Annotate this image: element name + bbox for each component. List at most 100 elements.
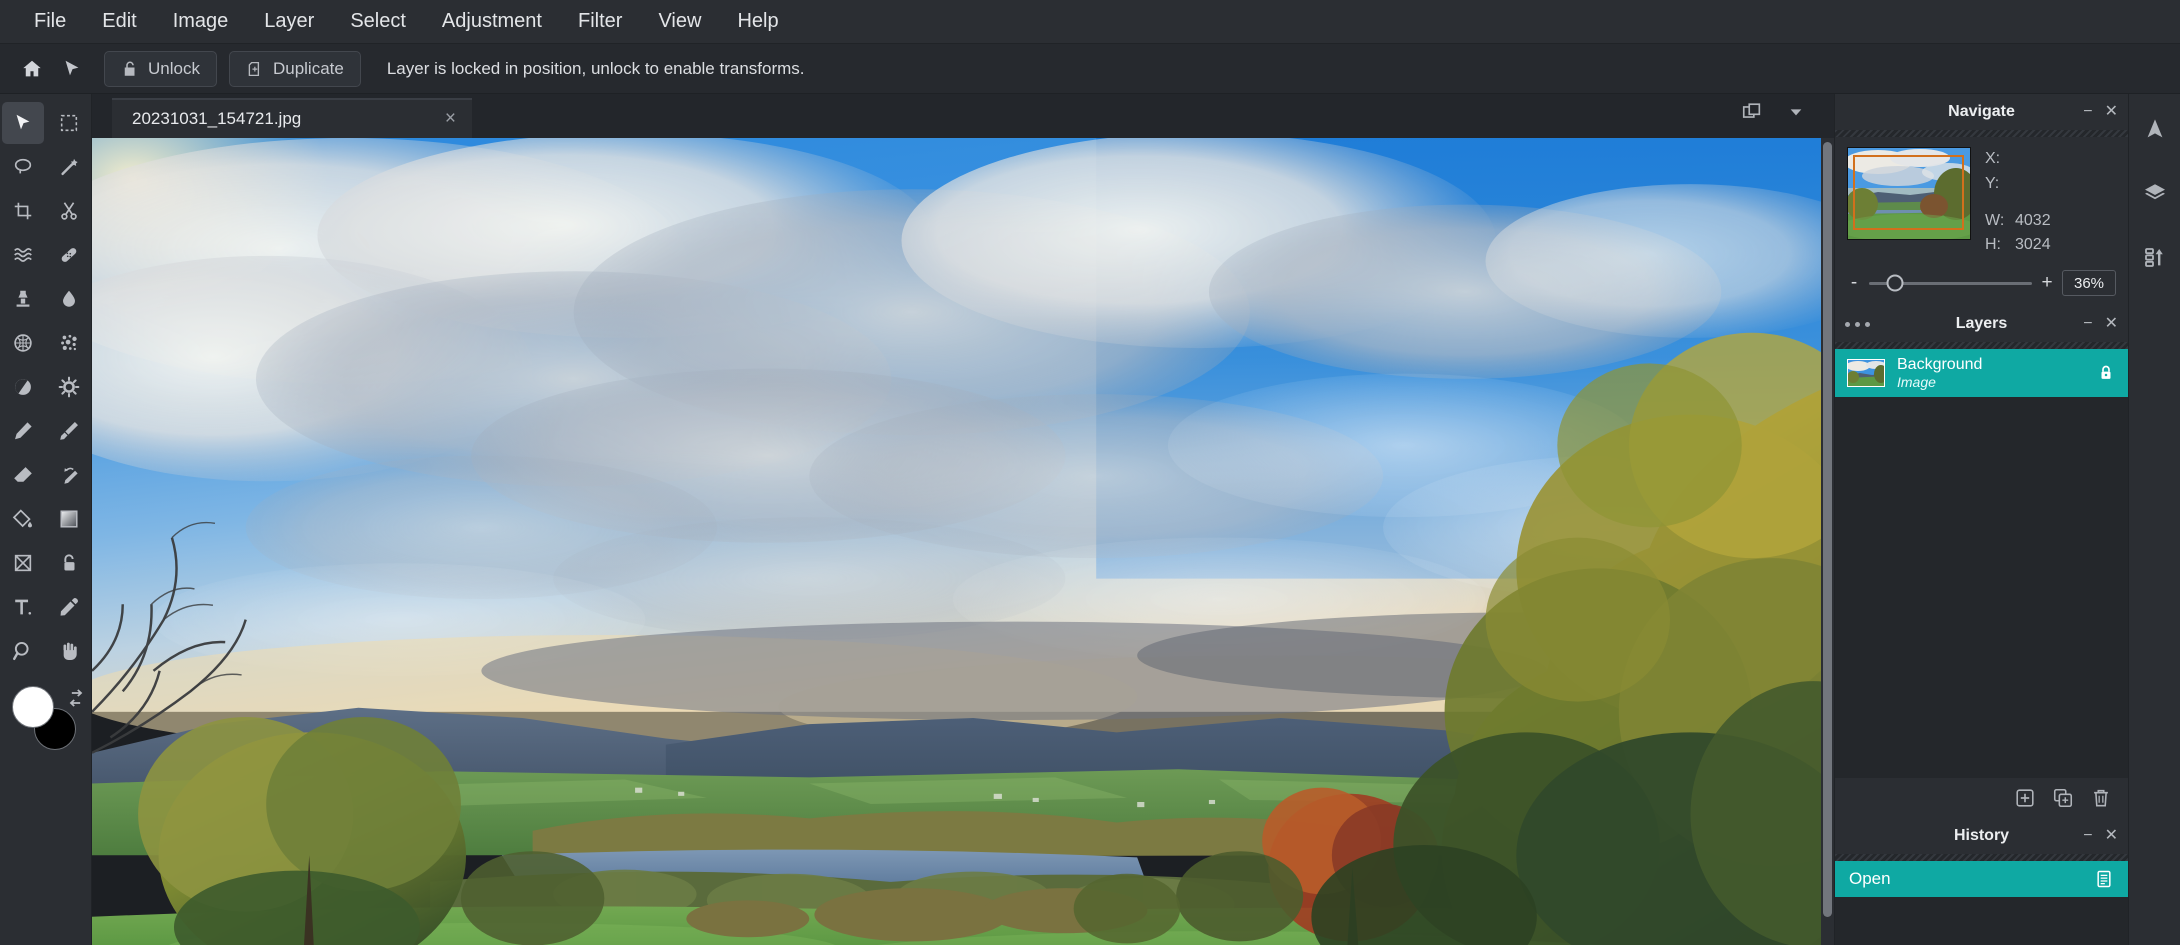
zoom-level-value[interactable]: 36% xyxy=(2062,270,2116,296)
navigate-panel-grip[interactable] xyxy=(1835,130,2128,137)
smudge-tool[interactable] xyxy=(48,454,90,496)
history-list-icon[interactable] xyxy=(2134,236,2176,278)
padlock-icon[interactable] xyxy=(48,542,90,584)
menu-item-filter[interactable]: Filter xyxy=(562,4,638,39)
zoom-control: - + 36% xyxy=(1835,264,2128,306)
zoom-slider-handle[interactable] xyxy=(1887,275,1904,292)
zoom-in-button[interactable]: + xyxy=(2040,272,2054,294)
duplicate-layer-button[interactable] xyxy=(2052,787,2074,809)
history-list[interactable]: Open xyxy=(1835,861,2128,945)
liquify-tool[interactable] xyxy=(2,234,44,276)
more-options-icon[interactable] xyxy=(1845,322,1870,327)
mesh-tool[interactable] xyxy=(2,322,44,364)
navigate-panel-body: X: Y: W: 4032 H: 3024 xyxy=(1835,137,2128,264)
navigate-arrow-icon[interactable] xyxy=(2134,108,2176,150)
zoom-out-button[interactable]: - xyxy=(1847,272,1861,294)
add-layer-button[interactable] xyxy=(2014,787,2036,809)
transform-tool[interactable] xyxy=(2,542,44,584)
layers-minimize-button[interactable]: − xyxy=(2083,316,2092,332)
gradient-tool[interactable] xyxy=(48,498,90,540)
close-icon[interactable]: × xyxy=(445,108,456,130)
lock-icon xyxy=(121,60,139,78)
layer-kind: Image xyxy=(1897,374,2084,391)
healing-tool[interactable] xyxy=(48,234,90,276)
trash-icon[interactable] xyxy=(2090,787,2112,809)
blur-tool[interactable] xyxy=(48,278,90,320)
panel-toggle-rail xyxy=(2128,94,2180,945)
menu-item-select[interactable]: Select xyxy=(334,4,422,39)
window-tile-icon[interactable] xyxy=(1732,92,1772,132)
menu-item-help[interactable]: Help xyxy=(721,4,794,39)
layer-lock-icon[interactable] xyxy=(2096,363,2116,383)
navigate-thumbnail[interactable] xyxy=(1847,147,1971,240)
pen-tool[interactable] xyxy=(2,410,44,452)
document-tab[interactable]: 20231031_154721.jpg × xyxy=(112,98,472,138)
dodge-burn-tool[interactable] xyxy=(2,366,44,408)
move-tool[interactable] xyxy=(2,102,44,144)
zoom-slider[interactable] xyxy=(1869,282,2032,285)
crop-tool[interactable] xyxy=(2,190,44,232)
layers-stack-icon[interactable] xyxy=(2134,172,2176,214)
navigate-field-h: H: 3024 xyxy=(1985,233,2116,258)
scissors-icon[interactable] xyxy=(48,190,90,232)
cursor-icon[interactable] xyxy=(52,49,92,89)
home-icon[interactable] xyxy=(12,49,52,89)
navigate-fields: X: Y: W: 4032 H: 3024 xyxy=(1985,147,2116,258)
duplicate-button-label: Duplicate xyxy=(273,59,344,79)
canvas-vertical-scrollbar[interactable] xyxy=(1821,138,1834,945)
eyedropper-tool[interactable] xyxy=(48,586,90,628)
menu-item-layer[interactable]: Layer xyxy=(248,4,330,39)
canvas-photo xyxy=(92,138,1834,945)
history-panel-header: History − ✕ xyxy=(1835,818,2128,854)
history-panel-grip[interactable] xyxy=(1835,854,2128,861)
layers-panel-grip[interactable] xyxy=(1835,342,2128,349)
menu-bar: File Edit Image Layer Select Adjustment … xyxy=(0,0,2180,44)
document-tab-title: 20231031_154721.jpg xyxy=(132,109,301,129)
chevron-down-icon[interactable] xyxy=(1776,92,1816,132)
color-swatches xyxy=(6,686,86,752)
menu-item-file[interactable]: File xyxy=(18,4,82,39)
menu-item-adjustment[interactable]: Adjustment xyxy=(426,4,558,39)
clone-stamp-tool[interactable] xyxy=(2,278,44,320)
marquee-select-tool[interactable] xyxy=(48,102,90,144)
foreground-color-swatch[interactable] xyxy=(12,686,54,728)
eraser-tool[interactable] xyxy=(2,454,44,496)
unlock-button[interactable]: Unlock xyxy=(104,51,217,87)
history-minimize-button[interactable]: − xyxy=(2083,828,2092,844)
tool-palette xyxy=(0,94,92,945)
layers-list[interactable]: Background Image xyxy=(1835,349,2128,778)
history-close-button[interactable]: ✕ xyxy=(2105,828,2118,844)
scrollbar-thumb[interactable] xyxy=(1823,142,1832,917)
document-tab-bar: 20231031_154721.jpg × xyxy=(92,94,1834,138)
navigate-close-button[interactable]: ✕ xyxy=(2105,104,2118,120)
navigate-h-label: H: xyxy=(1985,233,2015,258)
paint-bucket-tool[interactable] xyxy=(2,498,44,540)
swap-colors-icon[interactable] xyxy=(66,688,86,708)
layers-close-button[interactable]: ✕ xyxy=(2105,316,2118,332)
navigate-panel-header: Navigate − ✕ xyxy=(1835,94,2128,130)
brush-tool[interactable] xyxy=(48,410,90,452)
menu-item-edit[interactable]: Edit xyxy=(86,4,152,39)
zoom-tool[interactable] xyxy=(2,630,44,672)
scatter-tool[interactable] xyxy=(48,322,90,364)
options-bar: Unlock Duplicate Layer is locked in posi… xyxy=(0,44,2180,94)
navigate-x-label: X: xyxy=(1985,147,2015,172)
menu-item-view[interactable]: View xyxy=(642,4,717,39)
menu-item-image[interactable]: Image xyxy=(157,4,245,39)
navigate-w-label: W: xyxy=(1985,209,2015,234)
navigate-minimize-button[interactable]: − xyxy=(2083,104,2092,120)
hand-tool[interactable] xyxy=(48,630,90,672)
duplicate-button[interactable]: Duplicate xyxy=(229,51,361,87)
navigate-field-x: X: xyxy=(1985,147,2116,172)
unlock-button-label: Unlock xyxy=(148,59,200,79)
lasso-tool[interactable] xyxy=(2,146,44,188)
text-tool[interactable] xyxy=(2,586,44,628)
sharpen-tool[interactable] xyxy=(48,366,90,408)
navigate-field-w: W: 4032 xyxy=(1985,209,2116,234)
list-item[interactable]: Open xyxy=(1835,861,2128,897)
navigate-viewport-rect[interactable] xyxy=(1853,155,1964,230)
navigate-h-value: 3024 xyxy=(2015,233,2051,258)
magic-wand-tool[interactable] xyxy=(48,146,90,188)
image-canvas[interactable] xyxy=(92,138,1834,945)
table-row[interactable]: Background Image xyxy=(1835,349,2128,397)
